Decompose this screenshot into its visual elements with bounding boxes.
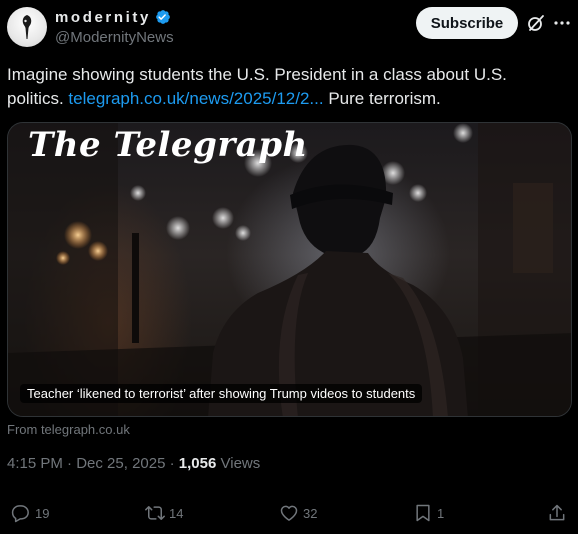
reply-button[interactable]: 19 xyxy=(11,503,49,523)
share-icon xyxy=(549,504,565,521)
avatar[interactable] xyxy=(7,7,47,47)
bird-skull-icon xyxy=(22,15,32,39)
reply-icon xyxy=(11,505,29,523)
views-label: Views xyxy=(216,455,261,472)
meta-separator: · xyxy=(165,455,179,472)
link-card[interactable]: The Telegraph Teacher ‘likened to terror… xyxy=(7,122,572,417)
tweet-meta: 4:15 PM · Dec 25, 2025 · 1,056 Views xyxy=(7,455,260,472)
reply-count: 19 xyxy=(35,505,50,521)
like-count: 32 xyxy=(303,505,318,521)
subscribe-button[interactable]: Subscribe xyxy=(416,7,518,39)
bookmark-icon xyxy=(416,504,430,522)
repost-count: 14 xyxy=(169,505,184,521)
author-name-row: modernity xyxy=(55,8,172,26)
bookmark-count: 1 xyxy=(437,505,445,521)
author-handle[interactable]: @ModernityNews xyxy=(55,29,174,46)
repost-button[interactable]: 14 xyxy=(145,503,183,523)
heart-icon xyxy=(280,505,298,521)
meta-separator: · xyxy=(62,455,77,472)
views-count: 1,056 xyxy=(178,455,217,472)
share-button[interactable] xyxy=(547,503,571,523)
grok-icon[interactable] xyxy=(526,13,546,33)
bookmark-button[interactable]: 1 xyxy=(413,503,444,523)
action-bar: 19 14 32 1 xyxy=(0,503,578,527)
tweet-link[interactable]: telegraph.co.uk/news/2025/12/2... xyxy=(68,89,323,108)
tweet-time[interactable]: 4:15 PM xyxy=(7,455,63,472)
card-photo xyxy=(8,123,571,416)
tweet-date[interactable]: Dec 25, 2025 xyxy=(76,455,165,472)
more-options-icon[interactable] xyxy=(552,13,572,33)
like-button[interactable]: 32 xyxy=(279,503,317,523)
repost-icon xyxy=(145,506,165,520)
display-name[interactable]: modernity xyxy=(55,9,151,26)
tweet-text-after: Pure terrorism. xyxy=(323,89,441,108)
verified-badge-icon[interactable] xyxy=(154,8,172,26)
card-source[interactable]: From telegraph.co.uk xyxy=(7,422,130,437)
tweet-text: Imagine showing students the U.S. Presid… xyxy=(7,63,567,111)
card-headline: Teacher ‘likened to terrorist’ after sho… xyxy=(20,384,423,403)
telegraph-logo: The Telegraph xyxy=(28,125,308,165)
